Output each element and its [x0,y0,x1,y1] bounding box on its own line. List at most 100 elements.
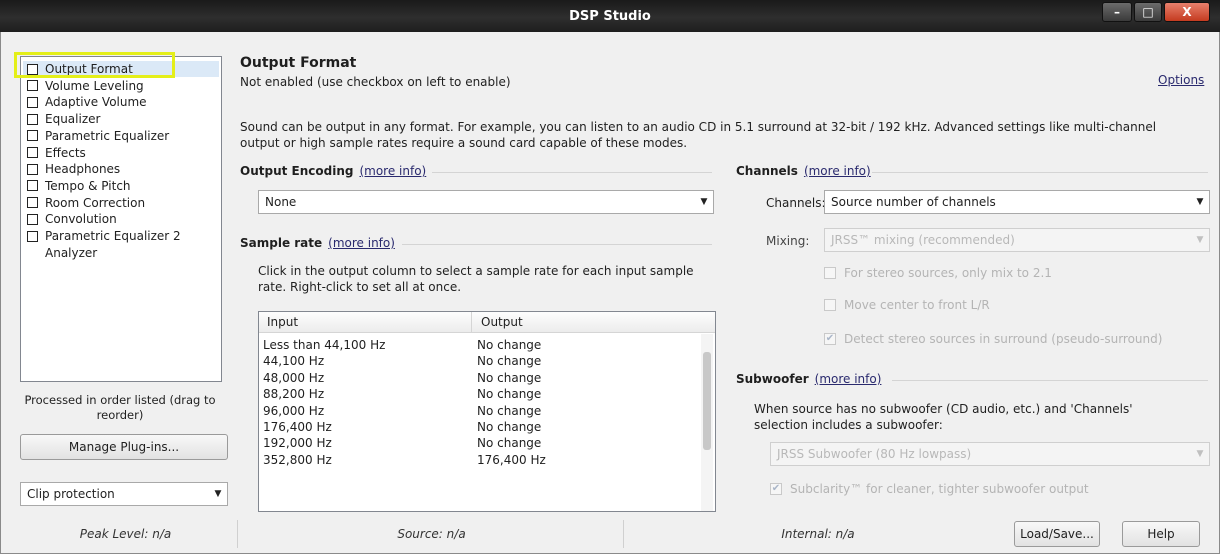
checkbox-icon[interactable] [27,180,38,192]
divider [432,172,712,173]
chevron-down-icon: ▼ [1196,235,1204,245]
plugin-item[interactable]: Convolution [27,211,117,227]
plugin-item[interactable]: Effects [27,145,86,161]
output-rate-cell[interactable]: No change [477,371,541,385]
sample-rate-table[interactable]: Input Output Less than 44,100 Hz No chang… [258,311,716,512]
input-rate-cell: 96,000 Hz [263,403,325,418]
output-rate-cell[interactable]: No change [477,338,541,352]
load-save-button[interactable]: Load/Save... [1014,521,1100,547]
plugin-item[interactable]: Room Correction [27,195,145,211]
table-row[interactable]: 352,800 Hz 176,400 Hz [259,453,699,469]
plugin-label: Equalizer [45,112,101,127]
chevron-down-icon: ▼ [700,197,708,207]
subwoofer-help-1: When source has no subwoofer (CD audio, … [754,402,1133,416]
subclarity-checkbox[interactable]: ✔ Subclarity™ for cleaner, tighter subwo… [770,482,1089,496]
divider [402,244,712,245]
channels-field-label: Channels: [766,196,826,210]
column-separator [471,312,472,332]
output-rate-cell[interactable]: 176,400 Hz [477,453,546,467]
checkbox-icon[interactable] [27,96,38,108]
subwoofer-help-2: selection includes a subwoofer: [754,418,943,432]
chevron-down-icon: ▼ [1196,197,1204,207]
plugin-item[interactable]: Volume Leveling [27,78,144,94]
plugin-label: Effects [45,145,86,160]
scrollbar-thumb[interactable] [703,352,711,450]
input-rate-cell: 44,100 Hz [263,354,325,369]
input-rate-cell: 352,800 Hz [263,452,332,467]
move-center-checkbox[interactable]: Move center to front L/R [824,298,990,312]
plugin-item[interactable]: Parametric Equalizer [27,128,169,144]
detect-stereo-checkbox[interactable]: ✔ Detect stereo sources in surround (pse… [824,332,1162,346]
checkbox-icon[interactable] [27,147,38,158]
plugin-label: Room Correction [45,195,146,210]
plugin-item[interactable]: Parametric Equalizer 2 [27,228,181,244]
output-rate-cell[interactable]: No change [477,404,541,418]
column-header-input[interactable]: Input [267,315,298,329]
help-button[interactable]: Help [1122,521,1200,547]
output-rate-cell[interactable]: No change [477,420,541,434]
checkbox-icon[interactable] [27,197,38,209]
plugin-item[interactable]: Analyzer [27,245,97,261]
plugin-label: Headphones [45,162,121,177]
clip-protection-value: Clip protection [27,487,115,501]
maximize-button[interactable]: □ [1134,2,1162,22]
output-encoding-select[interactable]: None ▼ [258,190,714,214]
table-row[interactable]: 44,100 Hz No change [259,354,699,370]
table-row[interactable]: 48,000 Hz No change [259,371,699,387]
mixing-select[interactable]: JRSS™ mixing (recommended) ▼ [824,228,1210,252]
chevron-down-icon: ▼ [214,489,222,499]
enable-status: Not enabled (use checkbox on left to ena… [240,75,511,89]
options-link[interactable]: Options [1158,73,1204,87]
chevron-down-icon: ▼ [1196,449,1204,459]
plugin-label: Tempo & Pitch [45,178,131,193]
checkbox-icon [824,267,836,279]
stereo-mix-checkbox[interactable]: For stereo sources, only mix to 2.1 [824,266,1052,280]
checkbox-icon[interactable] [27,113,38,125]
checkbox-icon [824,299,836,311]
encoding-more-info-link[interactable]: (more info) [359,164,426,178]
sample-rate-more-info-link[interactable]: (more info) [328,236,395,250]
processed-note: Processed in order listed (drag to reord… [24,393,216,422]
plugin-label: Parametric Equalizer 2 [45,229,181,243]
checkbox-icon[interactable] [27,213,38,225]
plugin-label: Convolution [45,212,117,227]
internal-status: Internal: n/a [781,527,855,541]
channels-more-info-link[interactable]: (more info) [804,164,871,178]
move-center-label: Move center to front L/R [844,298,990,312]
minimize-button[interactable]: – [1102,2,1132,22]
table-row[interactable]: 176,400 Hz No change [259,420,699,436]
table-row[interactable]: 88,200 Hz No change [259,387,699,403]
checkbox-icon[interactable] [27,163,38,175]
plugin-item[interactable]: Headphones [27,161,120,177]
table-row[interactable]: 96,000 Hz No change [259,404,699,420]
mixing-label: Mixing: [766,234,810,248]
channels-value: Source number of channels [831,195,996,209]
plugin-item[interactable]: Adaptive Volume [27,94,147,110]
checkmark-icon: ✔ [770,483,782,495]
peak-level: Peak Level: n/a [14,520,238,548]
plugin-item[interactable]: Equalizer [27,111,100,127]
output-rate-cell[interactable]: No change [477,436,541,450]
manage-plugins-button[interactable]: Manage Plug-ins... [20,434,228,460]
detect-stereo-label: Detect stereo sources in surround (pseud… [844,332,1163,346]
checkbox-icon[interactable] [27,230,38,242]
table-row[interactable]: 192,000 Hz No change [259,436,699,452]
column-header-output[interactable]: Output [481,315,523,329]
checkbox-icon[interactable] [27,130,38,142]
input-rate-cell: 48,000 Hz [263,370,325,385]
plugin-item[interactable]: Tempo & Pitch [27,178,131,194]
output-rate-cell[interactable]: No change [477,354,541,368]
channels-select[interactable]: Source number of channels ▼ [824,190,1210,214]
subwoofer-heading: Subwoofer (more info) [736,372,881,386]
close-button[interactable]: X [1164,2,1210,22]
checkbox-icon[interactable] [27,80,38,92]
table-row[interactable]: Less than 44,100 Hz No change [259,338,699,354]
output-encoding-label: Output Encoding [240,164,354,178]
output-rate-cell[interactable]: No change [477,387,541,401]
plugin-list[interactable]: Output Format Volume Leveling Adaptive Vol… [20,56,222,382]
subwoofer-more-info-link[interactable]: (more info) [815,372,882,386]
input-rate-cell: Less than 44,100 Hz [263,338,386,352]
table-scrollbar[interactable] [701,334,713,511]
clip-protection-select[interactable]: Clip protection ▼ [20,482,228,506]
subwoofer-select[interactable]: JRSS Subwoofer (80 Hz lowpass) ▼ [770,442,1210,466]
